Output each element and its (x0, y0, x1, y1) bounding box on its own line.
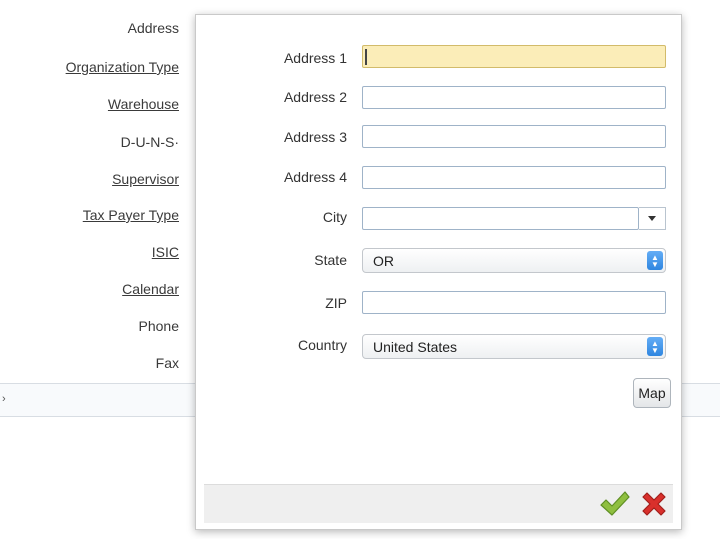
duns-label: D-U-N-S· (120, 134, 179, 150)
chevron-down-icon (648, 216, 656, 221)
address4-input[interactable] (362, 166, 666, 189)
warehouse-link[interactable]: Warehouse (108, 96, 179, 112)
city-label: City (322, 209, 347, 225)
checkmark-icon (600, 491, 630, 516)
address3-input[interactable] (362, 125, 666, 148)
tax-payer-type-link[interactable]: Tax Payer Type (83, 207, 179, 223)
cancel-button[interactable] (637, 487, 671, 521)
address-label: Address (127, 20, 179, 36)
up-down-arrows-icon: ▲ ▼ (651, 252, 659, 269)
fax-label: Fax (155, 355, 179, 371)
up-down-arrows-icon: ▲ ▼ (651, 338, 659, 355)
map-button[interactable]: Map (633, 378, 671, 408)
city-dropdown-button[interactable] (639, 207, 666, 230)
zip-label: ZIP (325, 295, 347, 311)
country-selected-value: United States (373, 339, 458, 355)
address4-label: Address 4 (283, 169, 347, 185)
country-label: Country (297, 337, 347, 353)
address1-input[interactable] (362, 45, 666, 68)
dialog-footer (204, 484, 673, 523)
state-select[interactable]: OR ▲ ▼ (362, 248, 666, 273)
zip-input[interactable] (362, 291, 666, 314)
address-dialog: Address 1 Address 2 Address 3 Address 4 … (195, 14, 682, 530)
expand-arrow-icon[interactable]: › (2, 393, 6, 405)
country-select-button[interactable]: ▲ ▼ (647, 337, 663, 356)
phone-label: Phone (138, 318, 179, 334)
state-selected-value: OR (373, 253, 394, 269)
confirm-button[interactable] (598, 487, 632, 521)
address1-label: Address 1 (283, 50, 347, 66)
address2-input[interactable] (362, 86, 666, 109)
x-icon (642, 492, 666, 516)
state-select-button[interactable]: ▲ ▼ (647, 251, 663, 270)
supervisor-link[interactable]: Supervisor (112, 171, 179, 187)
address3-label: Address 3 (283, 129, 347, 145)
organization-type-link[interactable]: Organization Type (66, 59, 179, 75)
text-cursor (365, 49, 367, 65)
country-select[interactable]: United States ▲ ▼ (362, 334, 666, 359)
isic-link[interactable]: ISIC (152, 244, 179, 260)
state-label: State (314, 252, 347, 268)
calendar-link[interactable]: Calendar (122, 281, 179, 297)
address2-label: Address 2 (283, 89, 347, 105)
city-input[interactable] (362, 207, 639, 230)
